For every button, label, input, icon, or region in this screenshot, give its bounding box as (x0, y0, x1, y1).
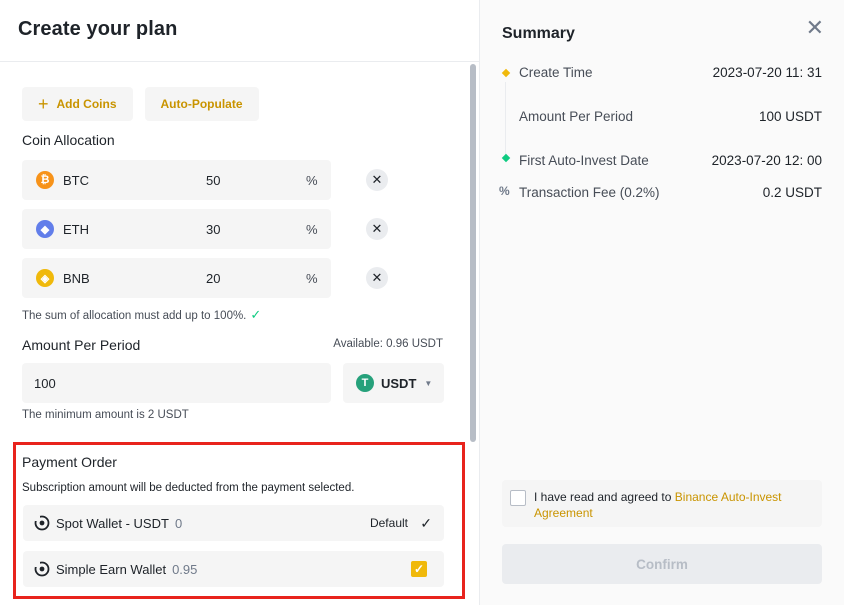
percent-sign: % (306, 172, 318, 188)
coin-symbol: ETH (63, 221, 89, 237)
amount-per-period-value: 100 USDT (758, 109, 822, 124)
percent-sign: % (306, 270, 318, 286)
page-title: Create your plan (18, 18, 178, 40)
auto-populate-button[interactable]: Auto-Populate (144, 87, 259, 121)
timeline-dot-first-invest (501, 153, 511, 163)
add-coins-button[interactable]: + Add Coins (22, 87, 133, 121)
currency-select[interactable]: T USDT ▼ (343, 363, 444, 403)
create-time-value: 2023-07-20 11: 31 (712, 65, 822, 80)
create-plan-panel: Create your plan + Add Coins Auto-Popula… (0, 0, 480, 605)
default-tag: Default (369, 516, 408, 530)
eth-icon: ◆ (36, 220, 54, 238)
plus-icon: + (38, 94, 49, 114)
coin-symbol: BNB (63, 270, 90, 286)
percent-icon: % (499, 184, 510, 198)
agreement-checkbox[interactable] (510, 490, 526, 506)
coin-allocation-input[interactable]: 50 (206, 173, 220, 188)
agreement-text: I have read and agreed to Binance Auto-I… (534, 489, 814, 521)
btc-icon: ₿ (36, 171, 54, 189)
coin-allocation-label: Coin Allocation (22, 132, 115, 148)
dialog: Create your plan + Add Coins Auto-Popula… (0, 0, 844, 605)
percent-sign: % (306, 221, 318, 237)
payment-option-simple-earn[interactable]: Simple Earn Wallet 0.95 ✓ (23, 551, 444, 587)
wallet-icon (34, 561, 50, 577)
check-icon: ✓ (420, 514, 432, 531)
timeline-dot-start (501, 68, 511, 78)
minimum-amount-hint: The minimum amount is 2 USDT (22, 409, 189, 421)
coin-allocation-input[interactable]: 30 (206, 222, 220, 237)
agreement-prefix: I have read and agreed to (534, 490, 675, 504)
available-balance: Available: 0.96 USDT (333, 338, 443, 350)
allocation-hint: The sum of allocation must add up to 100… (22, 307, 261, 323)
transaction-fee-label: Transaction Fee (0.2%) (519, 185, 660, 200)
wallet-icon (34, 515, 50, 531)
coin-symbol: BTC (63, 172, 89, 188)
usdt-icon: T (356, 374, 374, 392)
panel-header: Create your plan (0, 0, 479, 62)
payment-order-subtitle: Subscription amount will be deducted fro… (22, 482, 355, 494)
scrollbar[interactable] (469, 64, 477, 605)
payment-option-name: Simple Earn Wallet (56, 561, 167, 577)
payment-option-balance: 0 (174, 515, 183, 531)
close-icon: ✕ (371, 172, 383, 187)
coin-row-eth[interactable]: ◆ ETH 30 % ✕ (22, 209, 388, 249)
scrollbar-thumb[interactable] (470, 64, 476, 442)
close-icon: ✕ (371, 270, 383, 285)
coin-allocation-input[interactable]: 20 (206, 271, 220, 286)
add-coins-label: Add Coins (56, 97, 117, 111)
summary-title: Summary (502, 25, 575, 42)
checkbox-checked[interactable]: ✓ (411, 561, 427, 577)
coin-row-bnb[interactable]: ◈ BNB 20 % ✕ (22, 258, 388, 298)
summary-panel: Summary ✕ Create Time 2023-07-20 11: 31 … (480, 0, 844, 605)
agreement-box: I have read and agreed to Binance Auto-I… (502, 480, 822, 527)
remove-coin-button[interactable]: ✕ (366, 218, 388, 240)
payment-option-name: Spot Wallet - USDT (56, 515, 169, 531)
auto-populate-label: Auto-Populate (160, 97, 243, 111)
payment-option-spot-wallet[interactable]: Spot Wallet - USDT 0 Default ✓ (23, 505, 444, 541)
payment-order-title: Payment Order (22, 454, 117, 470)
check-icon: ✓ (250, 307, 262, 322)
currency-label: USDT (381, 375, 417, 391)
remove-coin-button[interactable]: ✕ (366, 267, 388, 289)
create-time-label: Create Time (519, 65, 593, 80)
action-buttons: + Add Coins Auto-Populate (22, 87, 259, 121)
timeline-line (505, 82, 506, 156)
close-icon: ✕ (371, 221, 383, 236)
amount-input[interactable] (22, 363, 331, 403)
close-icon[interactable]: ✕ (806, 17, 824, 39)
first-invest-date-value: 2023-07-20 12: 00 (711, 153, 822, 168)
payment-option-balance: 0.95 (172, 561, 198, 577)
first-invest-date-label: First Auto-Invest Date (519, 153, 649, 168)
allocation-hint-text: The sum of allocation must add up to 100… (22, 310, 247, 322)
remove-coin-button[interactable]: ✕ (366, 169, 388, 191)
amount-per-period-label: Amount Per Period (22, 337, 141, 353)
amount-per-period-label: Amount Per Period (519, 109, 634, 124)
coin-row-btc[interactable]: ₿ BTC 50 % ✕ (22, 160, 388, 200)
bnb-icon: ◈ (36, 269, 54, 287)
caret-down-icon: ▼ (424, 378, 433, 388)
confirm-button[interactable]: Confirm (502, 544, 822, 584)
transaction-fee-value: 0.2 USDT (762, 185, 822, 200)
